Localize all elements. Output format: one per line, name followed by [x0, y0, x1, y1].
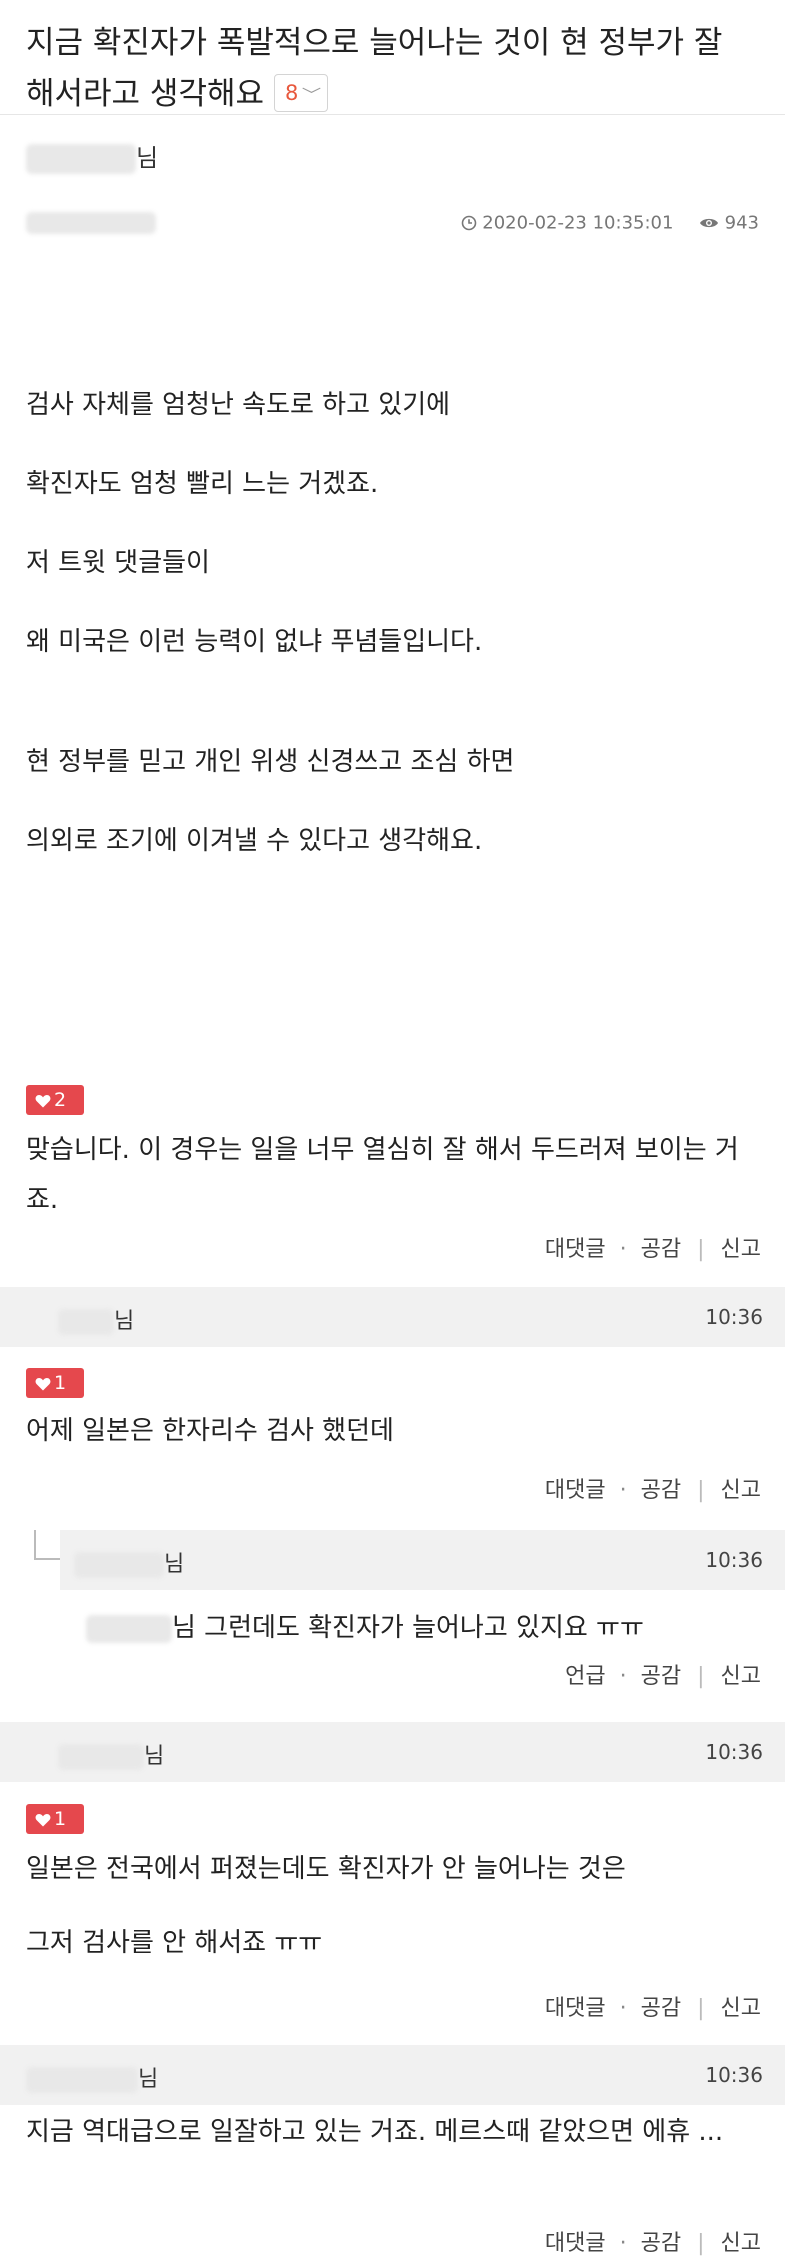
comment-count-button[interactable]: 8 ﹀ — [274, 73, 329, 112]
nim-suffix: 님 — [114, 1309, 135, 1334]
comment-text: 맞습니다. 이 경우는 일을 너무 열심히 잘 해서 두드러져 보이는 거죠. — [26, 1135, 739, 1215]
reply-time: 10:36 — [705, 1548, 763, 1572]
reply-actions: 언급 · 공감 | 신고 — [565, 1658, 761, 1690]
comment-header: 님 10:36 — [0, 1722, 785, 1782]
comment-actions: 대댓글 · 공감 | 신고 — [545, 1472, 761, 1504]
body-line: 저 트윗 댓글들이 — [26, 548, 210, 578]
like-button[interactable]: 공감 — [641, 1237, 681, 1262]
separator-dot: · — [619, 1996, 627, 2021]
like-count: 2 — [54, 1089, 67, 1111]
nim-suffix: 님 — [138, 2067, 159, 2092]
like-badge: 1 — [26, 1804, 84, 1834]
separator-dot: · — [619, 1478, 627, 1503]
eye-icon — [699, 218, 718, 228]
nickname-blurred — [58, 1309, 114, 1335]
clock-icon — [461, 215, 476, 231]
reply-button[interactable]: 대댓글 — [545, 2231, 606, 2256]
author-id-blurred — [26, 212, 156, 234]
like-button[interactable]: 공감 — [641, 1664, 681, 1689]
nim-suffix: 님 — [144, 1744, 165, 1769]
like-count: 1 — [54, 1372, 67, 1394]
like-button[interactable]: 공감 — [641, 1996, 681, 2021]
comment-text: 어제 일본은 한자리수 검사 했던데 — [26, 1416, 394, 1446]
report-button[interactable]: 신고 — [721, 2231, 761, 2256]
like-button[interactable]: 공감 — [641, 1478, 681, 1503]
comment-actions: 대댓글 · 공감 | 신고 — [545, 1990, 761, 2022]
mention-blurred[interactable] — [86, 1614, 172, 1643]
nickname-blurred — [26, 2067, 138, 2093]
report-button[interactable]: 신고 — [721, 1664, 761, 1689]
comment-text-line: 일본은 전국에서 퍼졌는데도 확진자가 안 늘어나는 것은 — [26, 1854, 626, 1884]
author-nickname-blurred — [26, 144, 136, 174]
like-badge: 2 — [26, 1085, 84, 1115]
separator-bar: | — [697, 2231, 705, 2256]
separator-dot: · — [619, 1664, 627, 1689]
comment-text: 지금 역대급으로 일잘하고 있는 거죠. 메르스때 같았으면 에휴 ... — [26, 2117, 724, 2147]
separator-bar: | — [697, 1996, 705, 2021]
reply-button[interactable]: 대댓글 — [545, 1996, 606, 2021]
body-line: 검사 자체를 엄청난 속도로 하고 있기에 — [26, 390, 451, 420]
reply-header: 님 10:36 — [60, 1530, 785, 1590]
chevron-down-icon: ﹀ — [302, 85, 322, 104]
body-line: 의외로 조기에 이겨낼 수 있다고 생각해요. — [26, 826, 483, 856]
reply-indicator — [34, 1530, 60, 1560]
author-suffix: 님 — [136, 144, 159, 172]
post-author[interactable]: 님 — [0, 116, 785, 196]
comment-time: 10:36 — [705, 1740, 763, 1764]
comment-header: 님 10:36 — [0, 1287, 785, 1347]
commenter-name[interactable]: 님 — [58, 1303, 134, 1335]
comment-header: 님 10:36 — [0, 2045, 785, 2105]
reply-button[interactable]: 대댓글 — [545, 1237, 606, 1262]
post-body: 검사 자체를 엄청난 속도로 하고 있기에 확진자도 엄청 빨리 느는 거겠죠.… — [26, 385, 756, 900]
body-line: 왜 미국은 이런 능력이 없냐 푸념들입니다. — [26, 627, 483, 657]
mention-button[interactable]: 언급 — [565, 1664, 605, 1689]
post-meta: 2020-02-23 10:35:01 943 — [0, 196, 785, 256]
comment-actions: 대댓글 · 공감 | 신고 — [545, 1231, 761, 1263]
report-button[interactable]: 신고 — [721, 1237, 761, 1262]
separator-bar: | — [697, 1478, 705, 1503]
post-datetime: 2020-02-23 10:35:01 — [482, 212, 674, 234]
reply-text-row: 님 그런데도 확진자가 늘어나고 있지요 ㅠㅠ — [86, 1608, 759, 1648]
like-button[interactable]: 공감 — [641, 2231, 681, 2256]
report-button[interactable]: 신고 — [721, 1996, 761, 2021]
comment-time: 10:36 — [705, 2063, 763, 2087]
replier-name[interactable]: 님 — [74, 1546, 184, 1578]
reply-text: 님 그런데도 확진자가 늘어나고 있지요 ㅠㅠ — [172, 1613, 644, 1643]
heart-icon — [35, 1095, 51, 1108]
post-title: 지금 확진자가 폭발적으로 늘어나는 것이 현 정부가 잘 해서라고 생각해요 8… — [0, 0, 785, 115]
separator-dot: · — [619, 1237, 627, 1262]
like-badge: 1 — [26, 1368, 84, 1398]
comment-actions: 대댓글 · 공감 | 신고 — [545, 2225, 761, 2257]
post-title-text: 지금 확진자가 폭발적으로 늘어나는 것이 현 정부가 잘 해서라고 생각해요 — [26, 25, 723, 112]
separator-bar: | — [697, 1664, 705, 1689]
reply-button[interactable]: 대댓글 — [545, 1478, 606, 1503]
nickname-blurred — [58, 1744, 144, 1770]
nickname-blurred — [74, 1552, 164, 1578]
body-line: 현 정부를 믿고 개인 위생 신경쓰고 조심 하면 — [26, 747, 515, 777]
view-count: 943 — [724, 212, 759, 234]
like-count: 1 — [54, 1808, 67, 1830]
body-line: 확진자도 엄청 빨리 느는 거겠죠. — [26, 469, 379, 499]
nim-suffix: 님 — [164, 1552, 185, 1577]
heart-icon — [35, 1378, 51, 1391]
commenter-name[interactable]: 님 — [58, 1738, 164, 1770]
comment-text-line: 그저 검사를 안 해서죠 ㅠㅠ — [26, 1928, 323, 1958]
heart-icon — [35, 1814, 51, 1827]
separator-dot: · — [619, 2231, 627, 2256]
separator-bar: | — [697, 1237, 705, 1262]
commenter-name[interactable]: 님 — [26, 2061, 158, 2093]
comment-count: 8 — [285, 80, 299, 105]
report-button[interactable]: 신고 — [721, 1478, 761, 1503]
comment-time: 10:36 — [705, 1305, 763, 1329]
